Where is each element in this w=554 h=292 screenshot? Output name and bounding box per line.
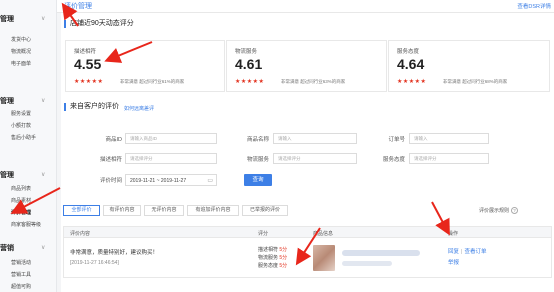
- chevron-down-icon[interactable]: ∨: [41, 171, 45, 178]
- chevron-down-icon[interactable]: ∨: [41, 244, 45, 251]
- help-icon[interactable]: ?: [511, 207, 519, 214]
- review-text: 非常满意，质量特别好，建议购买！: [70, 250, 159, 256]
- table-row: 非常满意，质量特别好，建议购买！ [2019-11-27 16:46:54] 描…: [63, 238, 552, 278]
- sidebar-item-value-buy[interactable]: 超值可购: [11, 283, 31, 290]
- star-rating-icon: ★★★★★: [74, 79, 104, 85]
- view-order-link[interactable]: 查看订单: [464, 249, 486, 255]
- calendar-icon[interactable]: ▭: [207, 177, 213, 184]
- sidebar-group-title: 管理: [0, 172, 14, 179]
- score-line: 服务态度 5分: [258, 263, 288, 269]
- filter-label: 评价时间: [99, 178, 122, 184]
- score-card-logistics: 物流服务 4.61 ★★★★★ 非常满意 超过同行业63%的商家: [226, 40, 387, 92]
- row-actions: 回复 | 查看订单: [448, 249, 487, 255]
- sidebar-item-e-waybill[interactable]: 电子面单: [11, 60, 31, 67]
- column-header-score: 评分: [258, 231, 269, 237]
- column-header-product: 商品信息: [313, 231, 334, 237]
- breadcrumb[interactable]: 评价管理: [64, 1, 92, 11]
- sidebar-item-marketing-events[interactable]: 营销活动: [11, 259, 31, 266]
- score-line: 描述相符 5分: [258, 247, 288, 253]
- sidebar-group-title: 营销: [0, 245, 14, 252]
- date-range-value: 2019-11-21 ~ 2019-11-27: [130, 178, 187, 184]
- score-value: 4.61: [235, 56, 263, 72]
- tab-without-content[interactable]: 无评价内容: [144, 205, 184, 216]
- product-id-input[interactable]: 请输入商品ID: [125, 133, 217, 144]
- score-label: 物流服务: [235, 49, 258, 55]
- reviews-section-title: 来自客户的评价: [64, 103, 119, 111]
- score-note: 非常满意 超过同行业61%的商家: [120, 79, 185, 84]
- display-rules-label: 评价展示规则: [479, 208, 510, 214]
- score-card-service: 服务态度 4.64 ★★★★★ 非常满意 超过同行业68%的商家: [388, 40, 550, 92]
- logistics-score-select[interactable]: 请选择评分: [273, 153, 357, 164]
- chevron-down-icon[interactable]: ∨: [41, 15, 45, 22]
- filter-label: 物流服务: [246, 157, 269, 163]
- report-link[interactable]: 举报: [448, 258, 459, 266]
- reply-link[interactable]: 回复: [448, 249, 459, 255]
- avoid-bad-reviews-link[interactable]: 如何远离差评: [124, 105, 154, 112]
- sidebar-item-product-assets[interactable]: 商品素材: [11, 197, 31, 204]
- sidebar-group-title: 管理: [0, 16, 14, 23]
- filter-label: 描述相符: [99, 157, 122, 163]
- sidebar-item-product-list[interactable]: 商品列表: [11, 185, 31, 192]
- filter-label: 订单号: [388, 137, 405, 143]
- score-label: 服务态度: [397, 49, 420, 55]
- tab-reported[interactable]: 已举报的评价: [242, 205, 288, 216]
- sidebar-item-review-management[interactable]: 评价管理: [11, 209, 31, 216]
- main-content: 店铺近90天动态评分 描述相符 4.55 ★★★★★ 非常满意 超过同行业61%…: [61, 13, 554, 292]
- sidebar-item-small-payment[interactable]: 小额打款: [11, 122, 31, 129]
- tab-all-reviews[interactable]: 全部评价: [63, 205, 100, 216]
- sidebar-item-service-level[interactable]: 商家客服等级: [11, 221, 41, 228]
- score-value: 4.55: [74, 56, 102, 72]
- score-line: 物流服务 5分: [258, 255, 288, 261]
- tab-follow-up[interactable]: 有追加评价内容: [187, 205, 239, 216]
- review-time: [2019-11-27 16:46:54]: [70, 260, 119, 266]
- view-dsr-details-link[interactable]: 查看DSR详情: [517, 2, 551, 10]
- chevron-down-icon[interactable]: ∨: [41, 97, 45, 104]
- score-note: 非常满意 超过同行业68%的商家: [443, 79, 508, 84]
- sidebar-item-logistics-overview[interactable]: 物流概况: [11, 48, 31, 55]
- product-thumbnail[interactable]: [313, 245, 335, 271]
- sidebar: 管理 ∨ 发货中心 物流概况 电子面单 管理 ∨ 服务设置 小额打款 售后小助手…: [0, 0, 57, 292]
- score-label: 描述相符: [74, 49, 97, 55]
- page: 管理 ∨ 发货中心 物流概况 电子面单 管理 ∨ 服务设置 小额打款 售后小助手…: [0, 0, 554, 292]
- star-rating-icon: ★★★★★: [397, 79, 427, 85]
- filter-label: 商品ID: [105, 137, 122, 143]
- tab-with-content[interactable]: 有评价内容: [103, 205, 141, 216]
- dsr-section-title: 店铺近90天动态评分: [64, 20, 134, 28]
- column-header-actions: 操作: [448, 231, 459, 237]
- sidebar-item-shipping-center[interactable]: 发货中心: [11, 36, 31, 43]
- product-spec-blurred: [342, 261, 392, 266]
- query-button[interactable]: 查询: [244, 174, 272, 186]
- sidebar-item-aftersales-helper[interactable]: 售后小助手: [11, 134, 36, 141]
- filter-label: 服务态度: [382, 157, 405, 163]
- review-date-range[interactable]: 2019-11-21 ~ 2019-11-27 ▭: [125, 174, 217, 186]
- topbar: 评价管理 查看DSR详情: [57, 0, 554, 13]
- score-value: 4.64: [397, 56, 425, 72]
- product-name-input[interactable]: 请输入: [273, 133, 357, 144]
- score-note: 非常满意 超过同行业63%的商家: [281, 79, 346, 84]
- sidebar-group-title: 管理: [0, 98, 14, 105]
- display-rules-link[interactable]: 评价展示规则?: [479, 207, 519, 214]
- sidebar-item-marketing-tools[interactable]: 营销工具: [11, 271, 31, 278]
- description-score-select[interactable]: 请选择评分: [125, 153, 217, 164]
- product-title-blurred: [342, 250, 420, 256]
- sidebar-item-service-settings[interactable]: 服务设置: [11, 110, 31, 117]
- score-card-description: 描述相符 4.55 ★★★★★ 非常满意 超过同行业61%的商家: [65, 40, 225, 92]
- filter-label: 商品名称: [246, 137, 269, 143]
- service-score-select[interactable]: 请选择评分: [409, 153, 489, 164]
- column-header-content: 评价内容: [70, 231, 91, 237]
- order-number-input[interactable]: 请输入: [409, 133, 489, 144]
- table-header: 评价内容 评分 商品信息 操作: [63, 226, 552, 238]
- star-rating-icon: ★★★★★: [235, 79, 265, 85]
